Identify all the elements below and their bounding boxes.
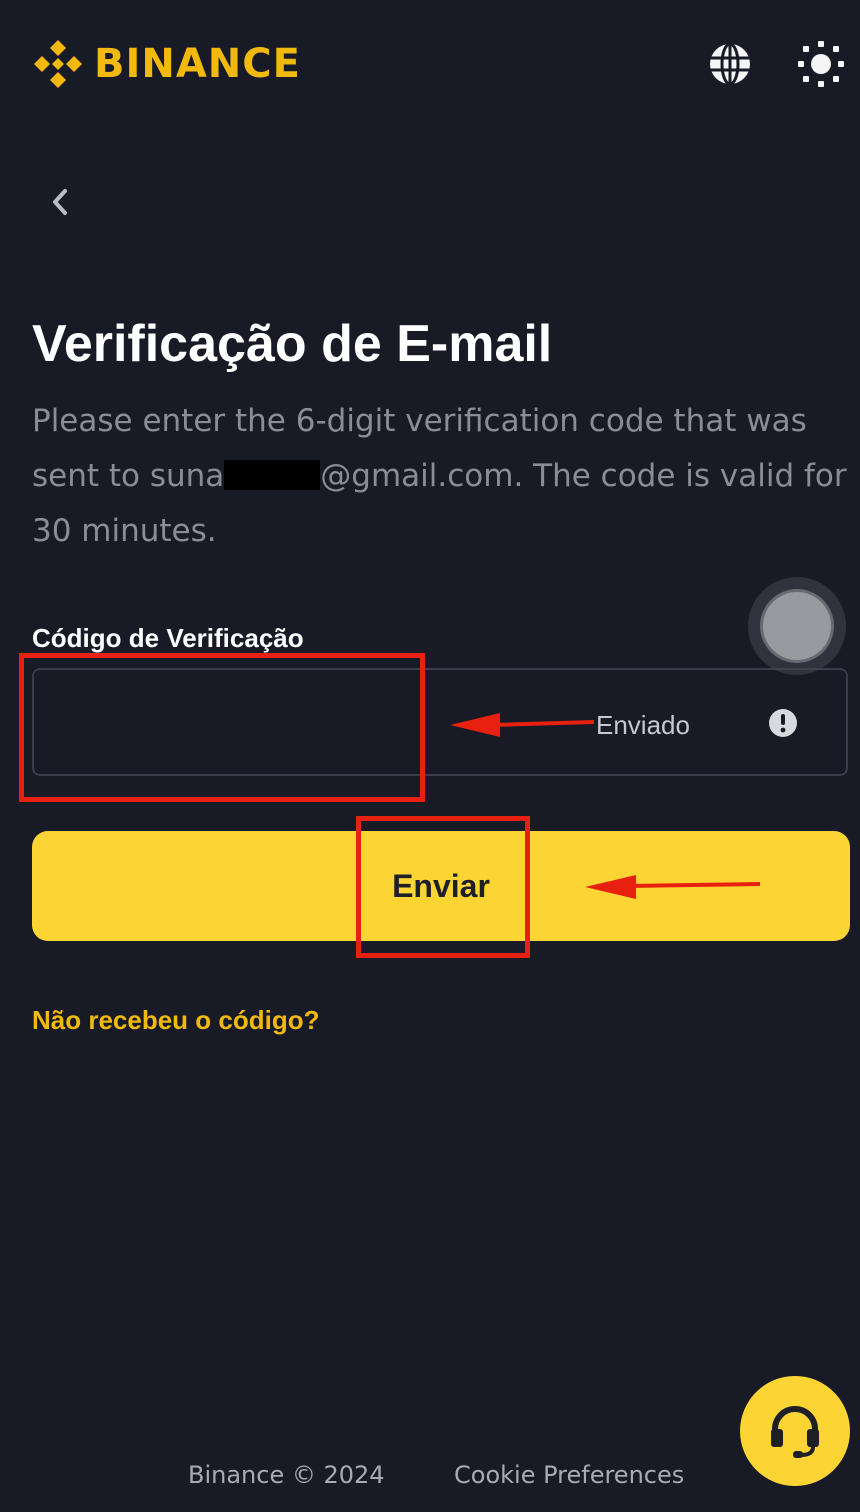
resend-code-link[interactable]: Não recebeu o código? xyxy=(32,1002,320,1038)
info-button[interactable] xyxy=(768,708,798,738)
cookie-preferences-link[interactable]: Cookie Preferences xyxy=(454,1458,684,1492)
redacted-email-part xyxy=(224,460,321,490)
footer-copyright: Binance © 2024 xyxy=(188,1461,385,1489)
headset-icon xyxy=(771,1406,819,1458)
theme-toggle-icon xyxy=(798,41,844,87)
brand-name: BINANCE xyxy=(94,41,301,87)
code-field-label: Código de Verificação xyxy=(32,623,304,653)
page-title: Verificação de E-mail xyxy=(32,315,553,373)
globe-icon xyxy=(710,42,750,86)
back-button[interactable] xyxy=(40,180,80,224)
language-button[interactable] xyxy=(706,40,754,88)
annotation-box-input xyxy=(19,653,425,802)
binance-logo[interactable]: BINANCE xyxy=(30,36,301,92)
annotation-box-button xyxy=(356,816,530,958)
binance-logo-icon xyxy=(34,40,82,88)
chevron-left-icon xyxy=(53,189,67,215)
page-description: Please enter the 6-digit verification co… xyxy=(32,394,852,559)
support-chat-button[interactable] xyxy=(740,1376,850,1486)
touch-indicator-dot xyxy=(763,592,831,660)
alert-info-icon xyxy=(769,709,797,737)
theme-toggle-button[interactable] xyxy=(797,40,845,88)
code-sent-status: Enviado xyxy=(596,710,690,740)
